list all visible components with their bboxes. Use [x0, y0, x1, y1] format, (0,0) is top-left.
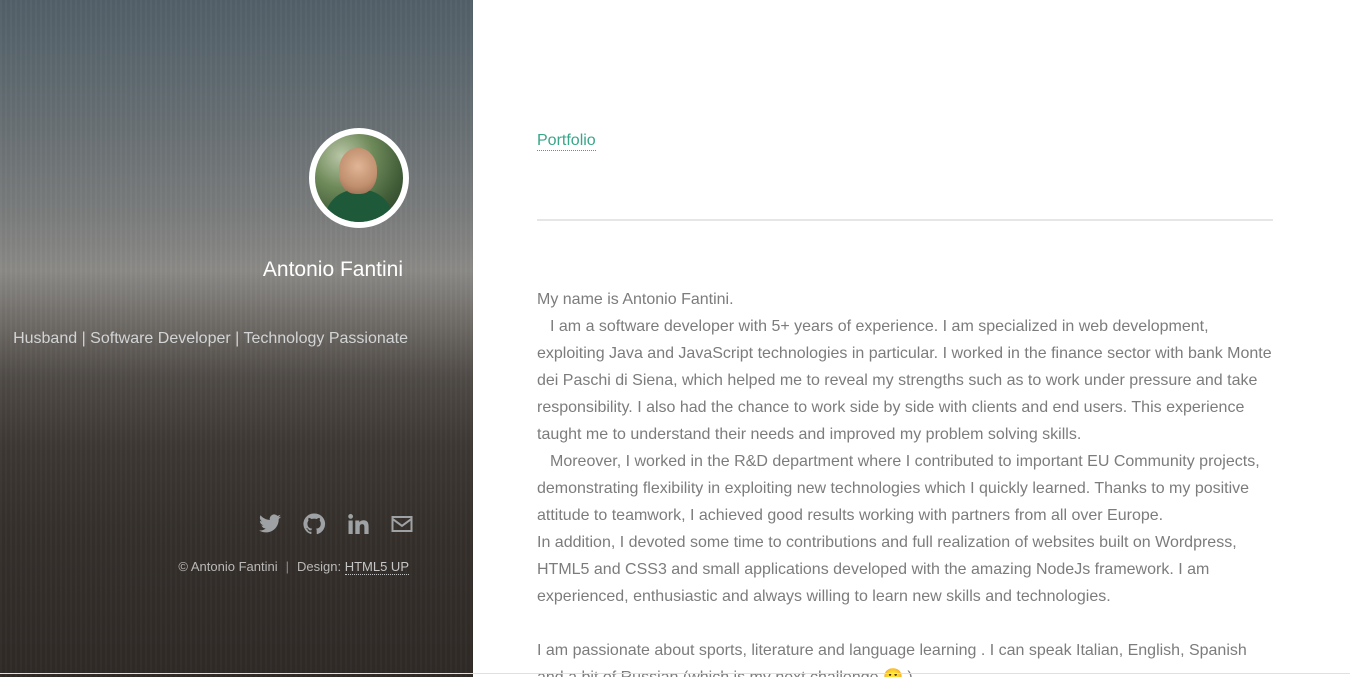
social-links	[258, 512, 414, 536]
twitter-icon[interactable]	[258, 512, 282, 536]
linkedin-icon[interactable]	[346, 512, 370, 536]
bio-paragraph: Moreover, I worked in the R&D department…	[537, 453, 1260, 524]
sidebar: Antonio Fantini Husband | Software Devel…	[0, 0, 473, 677]
main-content: Portfolio My name is Antonio Fantini. I …	[473, 0, 1350, 677]
html5up-link[interactable]: HTML5 UP	[344, 559, 409, 575]
bio-paragraph: I am a software developer with 5+ years …	[537, 318, 1272, 443]
github-icon[interactable]	[302, 512, 326, 536]
window-bottom-edge	[0, 673, 1350, 674]
portfolio-link[interactable]: Portfolio	[537, 132, 596, 151]
avatar-photo	[315, 134, 403, 222]
divider	[537, 219, 1273, 221]
profile-tagline: Husband | Software Developer | Technolog…	[13, 330, 408, 347]
design-label: Design:	[297, 559, 342, 574]
avatar	[309, 128, 409, 228]
profile-name: Antonio Fantini	[262, 258, 403, 281]
bio-paragraph: In addition, I devoted some time to cont…	[537, 534, 1237, 605]
copyright-text: © Antonio Fantini	[178, 559, 278, 574]
envelope-icon[interactable]	[390, 512, 414, 536]
footer-separator: |	[285, 559, 289, 574]
footer-credits: © Antonio Fantini | Design: HTML5 UP	[178, 559, 409, 575]
bio-paragraph: I am passionate about sports, literature…	[537, 642, 1247, 677]
bio-paragraph: My name is Antonio Fantini.	[537, 291, 734, 308]
bio-text: My name is Antonio Fantini. I am a softw…	[537, 286, 1277, 677]
